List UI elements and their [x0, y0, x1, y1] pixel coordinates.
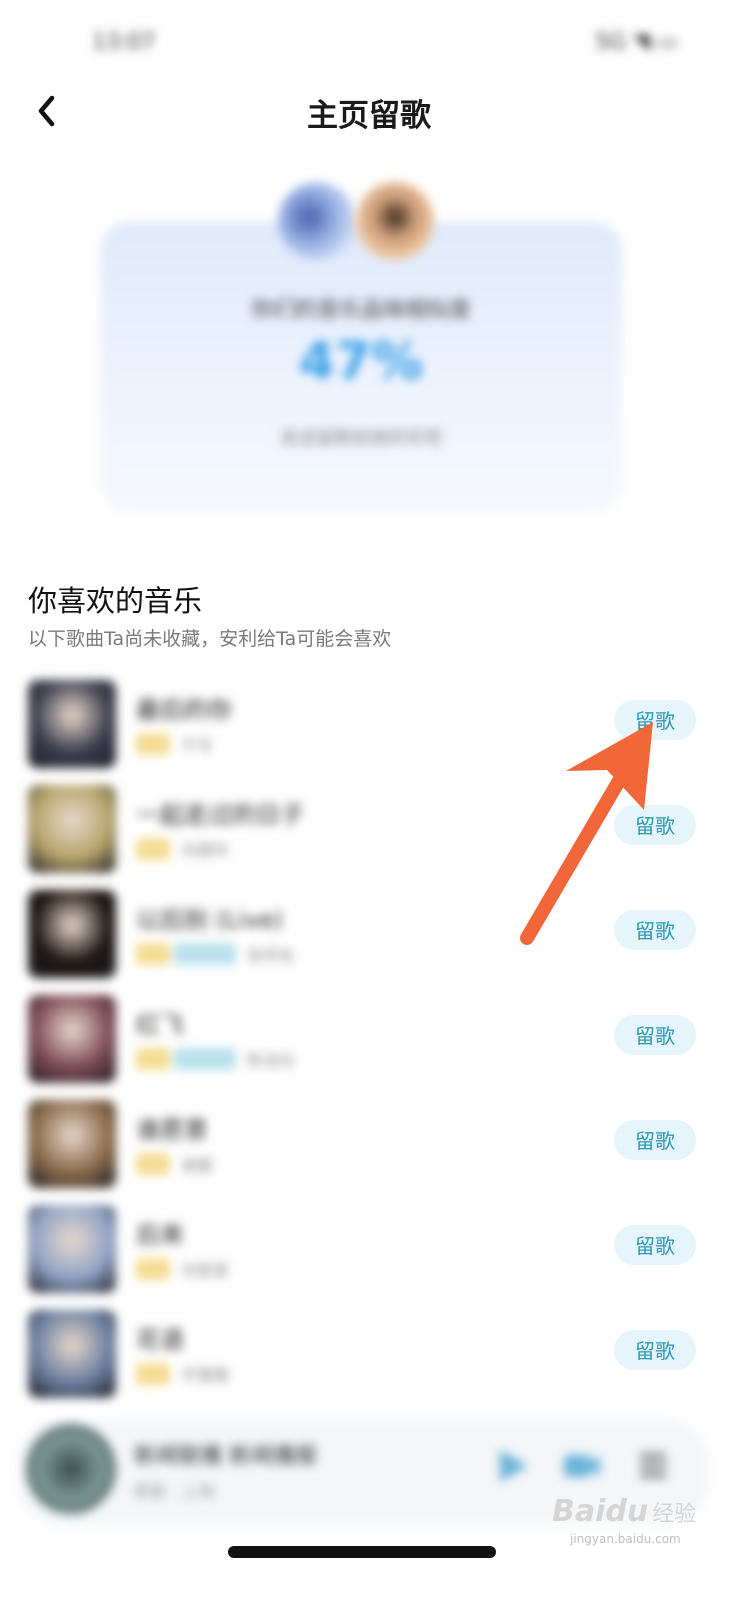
leave-song-button[interactable]: 留歌	[614, 805, 696, 845]
song-artist: 齐豫豫	[181, 1366, 230, 1385]
song-row[interactable]: 红飞 陈洁仪 留歌	[0, 995, 738, 1095]
watermark-url: jingyan.baidu.com	[570, 1532, 681, 1546]
song-name: 以后别 (Live)	[136, 906, 284, 934]
song-cover	[28, 1310, 116, 1398]
song-name: 红飞	[136, 1011, 184, 1039]
song-row[interactable]: 最后的你 于冬 留歌	[0, 680, 738, 780]
play-button[interactable]	[490, 1444, 534, 1488]
player-title: 新闻联播 新闻播报	[134, 1444, 317, 1469]
song-row[interactable]: 以后别 (Live) 张学友 留歌	[0, 890, 738, 990]
song-cover	[28, 680, 116, 768]
leave-song-button[interactable]: 留歌	[614, 1015, 696, 1055]
song-name: 花语	[136, 1326, 184, 1354]
song-cover	[28, 785, 116, 873]
leave-song-button[interactable]: 留歌	[614, 1330, 696, 1370]
song-meta: 谢霆	[136, 1152, 214, 1175]
watermark-cn: 经验	[652, 1502, 697, 1527]
page-header: 主页留歌	[0, 80, 738, 142]
song-artist: 张学友	[247, 946, 296, 965]
song-cover	[28, 995, 116, 1083]
song-artist: 于冬	[181, 736, 214, 755]
song-cover	[28, 1205, 116, 1293]
song-name: 一起走过的日子	[136, 801, 304, 829]
vip-badge	[136, 1363, 170, 1385]
leave-song-button[interactable]: 留歌	[614, 1225, 696, 1265]
status-indicators: 5G ◥ ▭	[595, 30, 678, 55]
section-subtitle: 以下歌曲Ta尚未收藏，安利给Ta可能会喜欢	[28, 628, 392, 650]
home-indicator	[228, 1546, 496, 1558]
video-button[interactable]	[560, 1444, 604, 1488]
friend-avatar	[356, 182, 434, 260]
player-artist: 群星 - 上海	[134, 1482, 214, 1501]
status-time: 13:07	[92, 30, 156, 55]
playlist-icon	[640, 1453, 666, 1478]
song-row[interactable]: 一起走过的日子 刘德华 留歌	[0, 785, 738, 885]
player-cover[interactable]	[26, 1424, 116, 1514]
song-cover	[28, 1100, 116, 1188]
song-meta: 齐豫豫	[136, 1362, 230, 1385]
song-meta: 刘德华	[136, 837, 230, 860]
song-meta: 陈洁仪	[136, 1047, 296, 1070]
page-title: 主页留歌	[307, 98, 431, 134]
song-meta: 张学友	[136, 942, 296, 965]
vip-badge	[136, 733, 170, 755]
song-artist: 刘德华	[181, 841, 230, 860]
hq-badge	[174, 943, 236, 965]
status-bar: 13:07 5G ◥ ▭	[0, 0, 738, 80]
video-icon	[564, 1455, 600, 1477]
song-name: 谁愿意	[136, 1116, 208, 1144]
my-avatar	[278, 182, 356, 260]
leave-song-button[interactable]: 留歌	[614, 1120, 696, 1160]
leave-song-button[interactable]: 留歌	[614, 910, 696, 950]
vip-badge	[136, 838, 170, 860]
playlist-button[interactable]	[632, 1444, 676, 1488]
song-artist: 刘若英	[181, 1261, 230, 1280]
taste-match-card: 你们的音乐品味相似度 47% 发送留歌给她听听吧	[100, 222, 622, 512]
hq-badge	[174, 1048, 236, 1070]
leave-song-button[interactable]: 留歌	[614, 700, 696, 740]
song-row[interactable]: 后来 刘若英 留歌	[0, 1205, 738, 1305]
match-percent: 47%	[298, 332, 424, 392]
vip-badge	[136, 943, 170, 965]
vip-badge	[136, 1048, 170, 1070]
song-meta: 刘若英	[136, 1257, 230, 1280]
song-artist: 陈洁仪	[247, 1051, 296, 1070]
play-icon	[500, 1450, 528, 1482]
song-row[interactable]: 花语 齐豫豫 留歌	[0, 1310, 738, 1410]
match-hint: 发送留歌给她听听吧	[280, 428, 442, 449]
song-name: 后来	[136, 1221, 184, 1249]
baidu-watermark: Baidu 经验 jingyan.baidu.com	[552, 1494, 697, 1546]
song-name: 最后的你	[136, 696, 232, 724]
vip-badge	[136, 1153, 170, 1175]
song-artist: 谢霆	[181, 1156, 214, 1175]
song-meta: 于冬	[136, 732, 214, 755]
song-row[interactable]: 谁愿意 谢霆 留歌	[0, 1100, 738, 1200]
match-label: 你们的音乐品味相似度	[250, 298, 471, 323]
vip-badge	[136, 1258, 170, 1280]
section-title: 你喜欢的音乐	[28, 584, 203, 618]
song-cover	[28, 890, 116, 978]
watermark-logo: Baidu	[552, 1494, 649, 1529]
